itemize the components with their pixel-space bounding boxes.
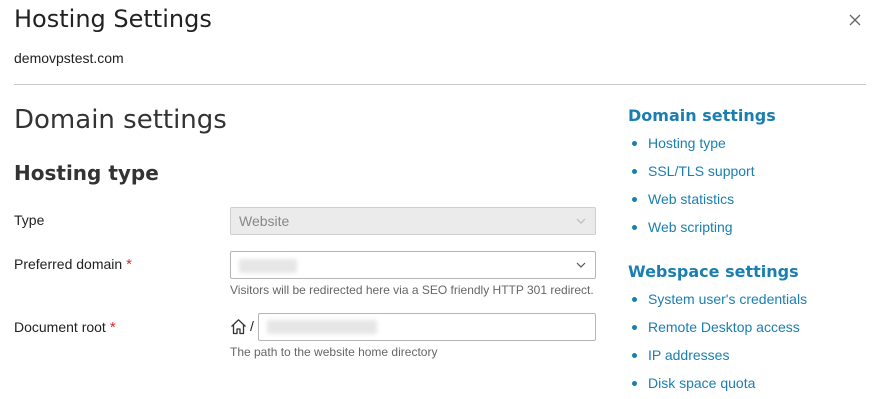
preferred-domain-label-text: Preferred domain (14, 256, 123, 272)
required-mark: * (109, 319, 116, 336)
preferred-domain-select[interactable] (230, 251, 596, 279)
type-label: Type (14, 212, 45, 228)
nav-item-ssl-tls-support[interactable]: SSL/TLS support (632, 163, 755, 179)
nav-heading-domain-settings[interactable]: Domain settings (628, 106, 776, 125)
close-icon (849, 14, 861, 26)
domain-name: demovpstest.com (14, 50, 124, 66)
nav-item-remote-desktop-access[interactable]: Remote Desktop access (632, 319, 800, 335)
document-root-label-text: Document root (14, 319, 106, 335)
hosting-settings-dialog: Hosting Settings demovpstest.com Domain … (0, 0, 883, 399)
document-root-hint: The path to the website home directory (230, 345, 438, 359)
nav-item-ip-addresses[interactable]: IP addresses (631, 347, 729, 363)
header-divider (14, 84, 866, 85)
subsection-title: Hosting type (14, 161, 159, 185)
nav-item-disk-space-quota[interactable]: Disk space quota (631, 375, 755, 391)
document-root-row: / (230, 313, 596, 341)
nav-item-hosting-type[interactable]: Hosting type (632, 135, 726, 151)
section-title: Domain settings (14, 105, 227, 135)
required-mark: * (126, 256, 133, 273)
chevron-down-icon (576, 218, 586, 224)
path-separator: / (250, 318, 254, 334)
nav-item-system-user-credentials[interactable]: System user's credentials (631, 291, 807, 307)
document-root-input[interactable] (258, 313, 596, 341)
document-root-value-redacted (267, 319, 377, 334)
close-button[interactable] (845, 10, 865, 30)
document-root-label: Document root * (14, 319, 116, 336)
preferred-domain-hint: Visitors will be redirected here via a S… (230, 283, 594, 297)
dialog-title: Hosting Settings (14, 5, 212, 33)
chevron-down-icon (576, 262, 586, 268)
nav-item-web-scripting[interactable]: Web scripting (632, 219, 733, 235)
home-icon (231, 319, 246, 335)
type-select: Website (230, 207, 596, 235)
preferred-domain-label: Preferred domain * (14, 256, 132, 273)
nav-heading-webspace-settings[interactable]: Webspace settings (628, 262, 799, 281)
preferred-domain-value-redacted (239, 259, 297, 274)
nav-item-web-statistics[interactable]: Web statistics (631, 191, 734, 207)
type-select-value: Website (239, 213, 290, 229)
